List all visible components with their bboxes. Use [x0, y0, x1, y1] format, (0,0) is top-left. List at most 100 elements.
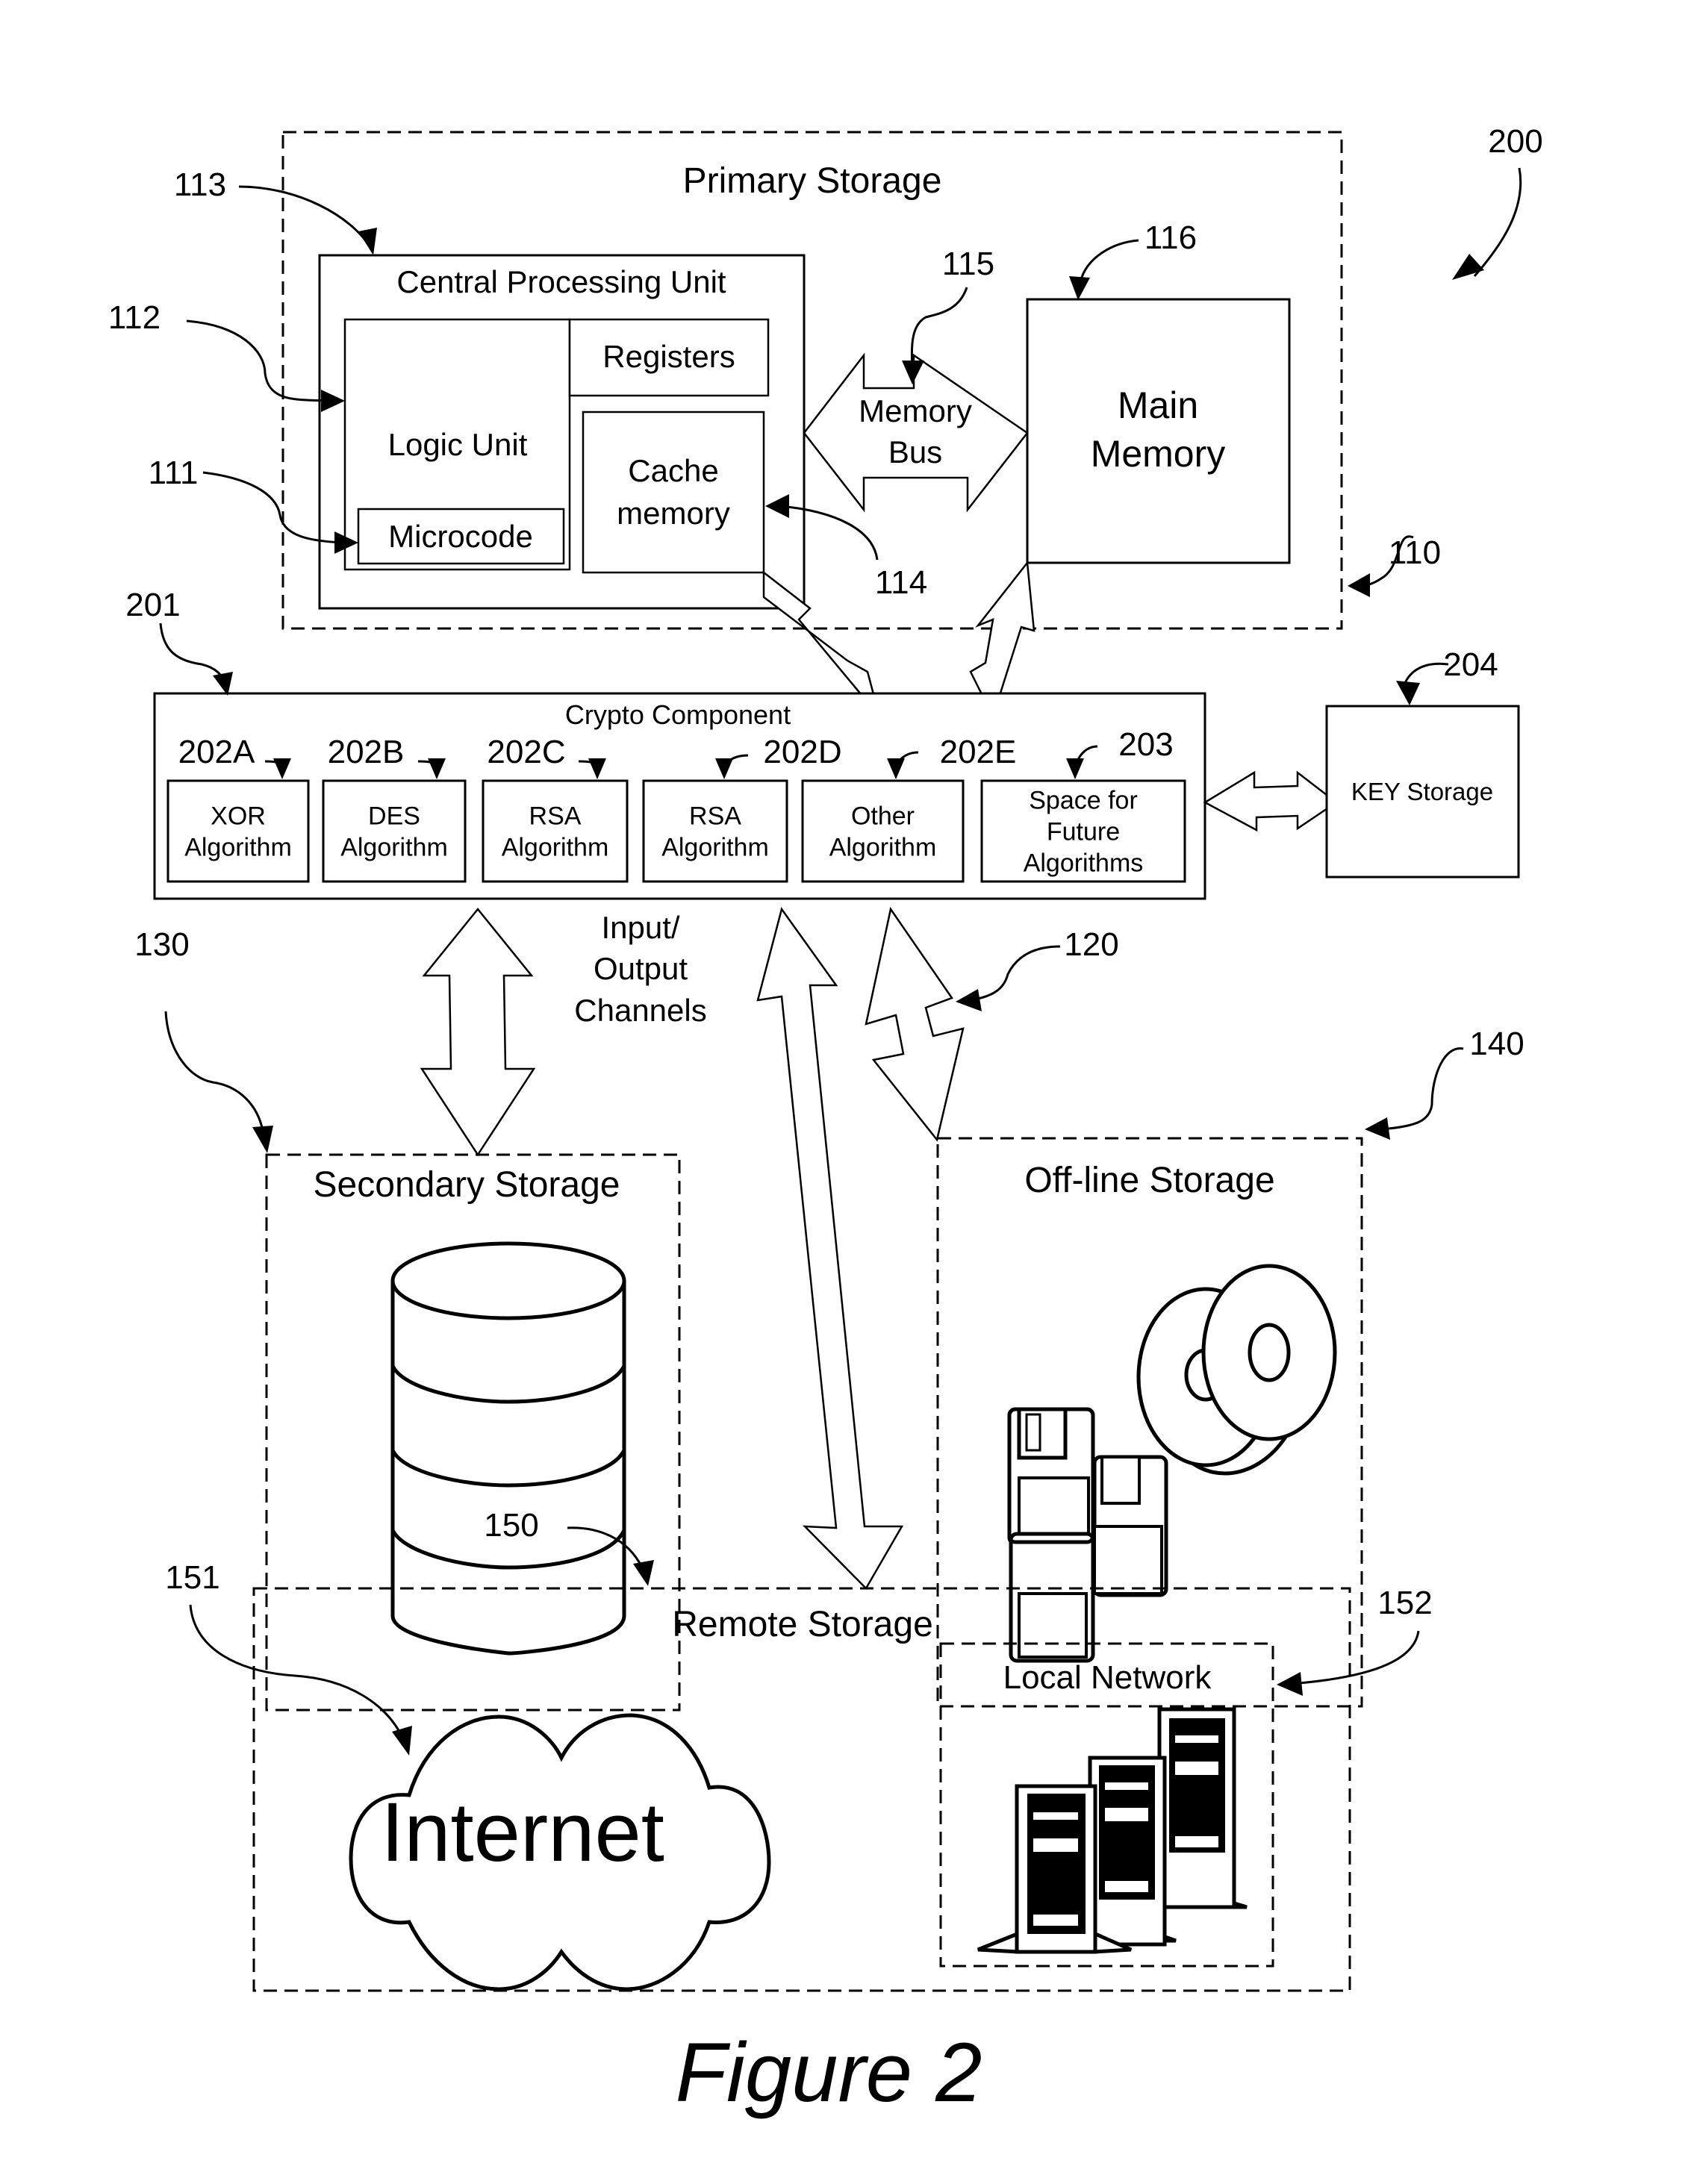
ref-200: 200: [1452, 123, 1543, 280]
internet-label: Internet: [381, 1785, 664, 1879]
algorithm-ref-label: 202D: [763, 734, 841, 770]
arrowhead-icon: [252, 1126, 273, 1153]
ref-label-130: 130: [134, 926, 189, 963]
disks-icon: [1136, 1264, 1337, 1476]
ref-label-201: 201: [125, 587, 180, 623]
servers-icon: [977, 1707, 1248, 1954]
logic-unit-label: Logic Unit: [388, 427, 528, 462]
crypto-component: Crypto Component 201 XOR Algorithm 202A DES…: [125, 587, 1206, 900]
algorithm-label: Algorithms: [1024, 849, 1144, 878]
algorithm-label: Algorithm: [502, 834, 609, 862]
main-memory-line2: Memory: [1091, 433, 1226, 475]
algorithm-box: [166, 779, 310, 883]
figure-2-diagram: 200 Primary Storage 110 Central Processi…: [108, 123, 1543, 2119]
arrowhead-icon: [1348, 573, 1370, 597]
algorithm-box: [322, 779, 467, 883]
primary-storage-title: Primary Storage: [683, 161, 942, 201]
algorithm-ref-label: 202C: [487, 734, 565, 770]
algorithm-label: RSA: [689, 802, 741, 831]
algorithm-label: XOR: [211, 802, 266, 831]
io-line1: Input/: [601, 910, 679, 945]
algorithm-ref-label: 202E: [940, 734, 1017, 770]
io-line3: Channels: [574, 993, 706, 1028]
floppy-disks-icon: [1007, 1407, 1168, 1663]
algorithm-label: Algorithm: [661, 834, 769, 862]
leader-line: [1298, 1630, 1420, 1685]
ref-label-150: 150: [484, 1507, 538, 1544]
key-storage: KEY Storage 204: [1325, 646, 1520, 879]
arrowhead-icon: [633, 1560, 654, 1586]
ref-label-152: 152: [1377, 1585, 1432, 1621]
offline-storage-title: Off-line Storage: [1024, 1161, 1274, 1200]
remote-storage: Remote Storage 150 Internet 151 Local Ne…: [165, 1507, 1433, 1992]
leader-line: [186, 319, 329, 402]
secondary-storage-title: Secondary Storage: [314, 1165, 620, 1205]
algorithm-label: Other: [851, 802, 915, 831]
ref-label-140: 140: [1469, 1026, 1524, 1062]
database-icon: [390, 1241, 626, 1656]
memory-bus-line1: Memory: [859, 393, 972, 428]
ref-label-204: 204: [1443, 646, 1498, 683]
crypto-key-storage-arrow: [1203, 770, 1339, 832]
ref-label-115: 115: [942, 246, 994, 282]
algorithm-box: [482, 779, 629, 883]
microcode-label: Microcode: [388, 519, 533, 554]
leader-line: [238, 185, 371, 247]
algorithm-box: [801, 779, 965, 883]
algorithm-label: Algorithm: [829, 834, 937, 862]
arrowhead-icon: [392, 1726, 412, 1756]
leader-line: [189, 1604, 401, 1732]
cache-memory-box: [582, 411, 765, 574]
arrowhead-icon: [956, 989, 982, 1011]
cache-label-line1: Cache: [628, 453, 718, 488]
crypto-component-title: Crypto Component: [565, 699, 791, 730]
io-line2: Output: [594, 951, 688, 986]
algorithm-ref-label: 203: [1118, 726, 1173, 763]
ref-label-120: 120: [1064, 926, 1118, 963]
primary-storage: Primary Storage 110 Central Processing U…: [108, 131, 1441, 630]
ref-label-151: 151: [165, 1559, 219, 1596]
arrowhead-icon: [1452, 254, 1484, 280]
cpu-title: Central Processing Unit: [396, 264, 726, 299]
offline-storage: Off-line Storage 140: [936, 1026, 1525, 1708]
leader-line: [159, 623, 225, 684]
figure-caption: Figure 2: [676, 2026, 982, 2119]
arrowhead-icon: [358, 228, 377, 255]
leader-line: [1388, 1047, 1464, 1130]
ref-label-200: 200: [1488, 123, 1542, 160]
algorithm-ref-label: 202B: [328, 734, 405, 770]
key-storage-label: KEY Storage: [1351, 778, 1493, 805]
memory-bus-line2: Bus: [888, 434, 942, 469]
ref-label-116: 116: [1144, 219, 1197, 256]
leader-line: [164, 1011, 264, 1132]
arrowhead-icon: [1365, 1117, 1390, 1140]
ref-label-110: 110: [1389, 534, 1441, 571]
remote-storage-title: Remote Storage: [672, 1605, 933, 1644]
ref-label-113: 113: [174, 166, 226, 203]
algorithm-label: Algorithm: [184, 834, 292, 862]
algorithm-label: Space for: [1029, 787, 1138, 815]
cache-label-line2: memory: [617, 496, 730, 531]
algorithm-label: DES: [368, 802, 420, 831]
main-memory-box: [1026, 298, 1291, 564]
crypto-secondary-arrow: [420, 908, 536, 1157]
arrowhead-icon: [1396, 681, 1420, 705]
leader-line: [910, 287, 968, 366]
leader-line: [970, 945, 1061, 1002]
arrowhead-icon: [1277, 1672, 1303, 1696]
registers-label: Registers: [602, 339, 735, 374]
ref-label-111: 111: [149, 455, 199, 491]
local-network-title: Local Network: [1003, 1659, 1212, 1696]
algorithm-label: Future: [1047, 818, 1120, 846]
ref-label-114: 114: [875, 564, 927, 601]
algorithm-ref-label: 202A: [178, 734, 255, 770]
arrowhead-icon: [213, 672, 233, 696]
algorithm-label: Algorithm: [340, 834, 448, 862]
leader-line: [1473, 167, 1522, 277]
arrowhead-icon: [1069, 276, 1090, 300]
crypto-offline-arrow: [865, 906, 965, 1142]
algorithm-label: RSA: [529, 802, 582, 831]
ref-label-112: 112: [108, 299, 161, 336]
memory-bus-arrow: [803, 352, 1029, 513]
algorithm-box: [642, 779, 788, 883]
